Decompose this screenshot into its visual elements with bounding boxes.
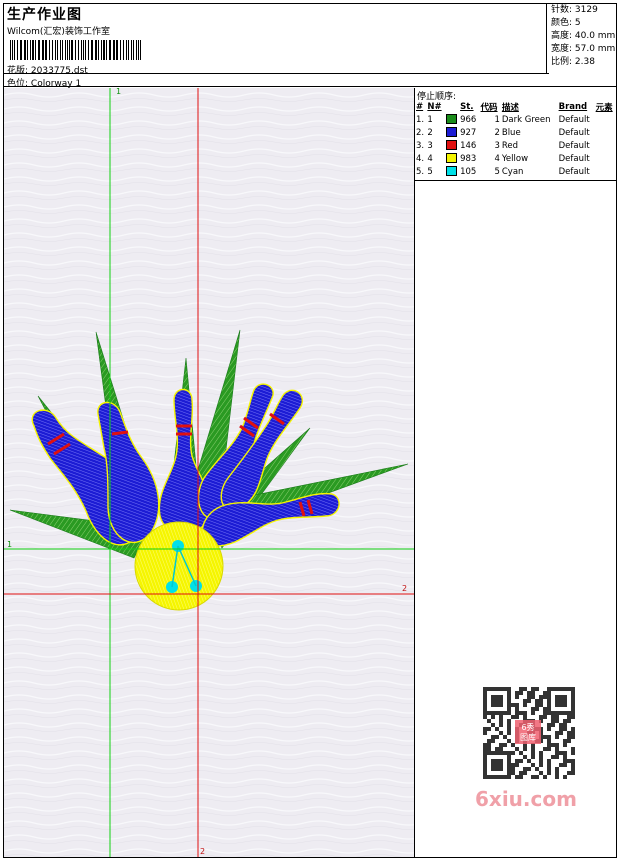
col-brand: Brand	[558, 101, 588, 112]
row-element	[595, 152, 616, 165]
color-row: 3. 3 146 3 Red Default	[415, 139, 616, 152]
row-needle: 3	[427, 140, 433, 151]
row-index: 4.	[416, 153, 425, 164]
design-width: 宽度: 57.0 mm	[551, 44, 616, 54]
row-description: Yellow	[501, 153, 529, 164]
design-canvas: 1 1 2 2	[4, 88, 415, 857]
row-element	[595, 113, 616, 126]
col-element: 元素	[595, 102, 613, 113]
header-divider	[3, 73, 549, 74]
qr-code-watermark: 6秀 图库	[471, 684, 586, 784]
row-brand: Default	[558, 140, 590, 151]
row-swatch	[445, 165, 460, 178]
row-code: 5	[494, 166, 500, 177]
col-needle: N#	[427, 101, 442, 112]
color-row: 5. 5 105 5 Cyan Default	[415, 165, 616, 178]
design-value: 2033775.dst	[30, 66, 88, 76]
design-height: 高度: 40.0 mm	[551, 31, 616, 41]
color-swatch	[445, 140, 457, 151]
seal-text-2: 图库	[520, 732, 536, 742]
red-guide-label-right: 2	[402, 584, 408, 593]
row-stitches: 966	[460, 114, 477, 125]
color-row: 2. 2 927 2 Blue Default	[415, 126, 616, 139]
header: 生产作业图 Wilcom(汇宏)装饰工作室 花版: 2033775.dst 色位…	[3, 3, 617, 89]
color-table: # N# St. 代码 描述 Brand 元素 1. 1 966 1 Dark Gree…	[415, 100, 616, 178]
row-swatch	[445, 113, 460, 126]
row-stitches: 983	[460, 153, 477, 164]
row-needle: 2	[427, 127, 433, 138]
stitch-count: 针数: 3129	[551, 5, 598, 15]
row-brand: Default	[558, 127, 590, 138]
row-code: 2	[494, 127, 500, 138]
row-description: Cyan	[501, 166, 524, 177]
row-element	[595, 165, 616, 178]
row-brand: Default	[558, 166, 590, 177]
seal-text-1: 6秀	[521, 722, 534, 732]
green-guide-label-top: 1	[116, 88, 122, 96]
design-field: 花版: 2033775.dst	[7, 63, 88, 76]
color-row: 4. 4 983 4 Yellow Default	[415, 152, 616, 165]
row-code: 4	[494, 153, 500, 164]
row-stitches: 146	[460, 140, 477, 151]
color-swatch	[445, 114, 457, 125]
row-element	[595, 126, 616, 139]
bowling-ball	[134, 521, 224, 611]
design-scale: 比例: 2.38	[551, 57, 595, 67]
col-code: 代码	[480, 102, 498, 113]
row-index: 1.	[416, 114, 425, 125]
watermark-text: 6xiu.com	[475, 787, 577, 811]
col-index: #	[416, 101, 424, 112]
design-label: 花版:	[7, 66, 29, 76]
row-swatch	[445, 126, 460, 139]
color-swatch	[445, 166, 457, 177]
color-table-header: # N# St. 代码 描述 Brand 元素	[415, 100, 616, 113]
row-index: 2.	[416, 127, 425, 138]
barcode	[10, 40, 141, 60]
row-element	[595, 139, 616, 152]
color-row: 1. 1 966 1 Dark Green Default	[415, 113, 616, 126]
row-stitches: 927	[460, 127, 477, 138]
row-brand: Default	[558, 153, 590, 164]
row-swatch	[445, 152, 460, 165]
row-brand: Default	[558, 114, 590, 125]
row-description: Red	[501, 140, 519, 151]
green-guide-label-left: 1	[7, 540, 13, 549]
row-description: Blue	[501, 127, 521, 138]
row-code: 3	[494, 140, 500, 151]
row-needle: 5	[427, 166, 433, 177]
row-code: 1	[494, 114, 500, 125]
specs-panel: 针数: 3129 颜色: 5 高度: 40.0 mm 宽度: 57.0 mm 比…	[546, 3, 617, 73]
table-divider	[415, 180, 616, 181]
color-swatch	[445, 127, 457, 138]
red-guide-label-bottom: 2	[200, 847, 206, 856]
color-swatch	[445, 153, 457, 164]
col-stitches: St.	[460, 101, 474, 112]
col-description: 描述	[501, 102, 519, 113]
row-stitches: 105	[460, 166, 477, 177]
row-index: 5.	[416, 166, 425, 177]
page-title: 生产作业图	[7, 7, 82, 23]
row-swatch	[445, 139, 460, 152]
col-swatch	[445, 100, 460, 113]
row-description: Dark Green	[501, 114, 551, 125]
row-index: 3.	[416, 140, 425, 151]
color-count: 颜色: 5	[551, 18, 581, 28]
row-needle: 4	[427, 153, 433, 164]
company-name: Wilcom(汇宏)装饰工作室	[7, 27, 110, 37]
row-needle: 1	[427, 114, 433, 125]
embroidery-preview	[4, 88, 414, 857]
